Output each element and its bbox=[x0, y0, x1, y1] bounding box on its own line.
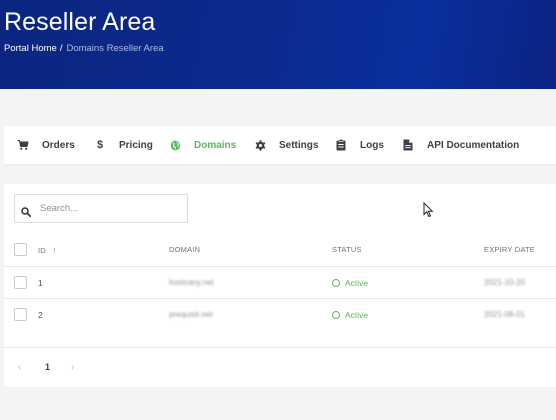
row-id: 2 bbox=[38, 310, 43, 320]
status-badge: Active bbox=[332, 310, 368, 320]
tab-pricing-label: Pricing bbox=[119, 139, 153, 151]
row-domain[interactable]: hostcany.net bbox=[169, 278, 214, 287]
tab-domains-label: Domains bbox=[194, 139, 237, 151]
tab-orders-label: Orders bbox=[42, 139, 75, 151]
column-header-status[interactable]: STATUS bbox=[332, 245, 362, 254]
tab-api-documentation-label: API Documentation bbox=[427, 139, 520, 151]
search-icon bbox=[21, 204, 32, 218]
tab-settings[interactable]: Settings bbox=[254, 126, 318, 164]
globe-icon bbox=[169, 139, 181, 151]
row-id: 1 bbox=[38, 278, 43, 288]
table-footer-divider bbox=[4, 347, 556, 348]
pagination-next-icon[interactable]: › bbox=[71, 362, 74, 373]
row-divider bbox=[4, 298, 556, 299]
status-active-icon bbox=[332, 311, 340, 319]
breadcrumb: Portal Home / Domains Reseller Area bbox=[4, 43, 164, 54]
tab-logs-label: Logs bbox=[360, 139, 384, 151]
search-input[interactable] bbox=[40, 200, 180, 217]
breadcrumb-separator: / bbox=[59, 43, 63, 54]
search-box bbox=[14, 194, 188, 223]
pagination-page-1[interactable]: 1 bbox=[45, 362, 50, 372]
breadcrumb-current: Domains Reseller Area bbox=[66, 43, 164, 54]
column-header-id-label: ID bbox=[38, 246, 46, 255]
table-header-divider bbox=[4, 266, 556, 267]
tab-api-documentation[interactable]: API Documentation bbox=[402, 126, 519, 164]
breadcrumb-home-link[interactable]: Portal Home bbox=[4, 43, 57, 54]
row-checkbox[interactable] bbox=[14, 276, 27, 289]
tab-pricing[interactable]: $ Pricing bbox=[94, 126, 153, 164]
dollar-icon: $ bbox=[96, 139, 104, 151]
column-header-id[interactable]: ID ↑ bbox=[38, 245, 57, 255]
column-header-expiry-date[interactable]: EXPIRY DATE bbox=[484, 245, 535, 254]
tab-settings-label: Settings bbox=[279, 139, 319, 151]
mouse-cursor-icon bbox=[423, 201, 435, 218]
row-expiry-date: 2021-10-20 bbox=[484, 278, 525, 287]
row-checkbox[interactable] bbox=[14, 308, 27, 321]
row-expiry-date: 2021-08-01 bbox=[484, 310, 525, 319]
cart-icon bbox=[17, 139, 29, 151]
column-header-domain[interactable]: DOMAIN bbox=[169, 245, 200, 254]
file-icon bbox=[402, 139, 414, 151]
status-badge: Active bbox=[332, 278, 368, 288]
row-domain[interactable]: prequisit.net bbox=[169, 310, 213, 319]
tab-orders[interactable]: Orders bbox=[17, 126, 75, 164]
page-title: Reseller Area bbox=[4, 8, 156, 36]
status-label: Active bbox=[345, 310, 369, 320]
sort-ascending-icon: ↑ bbox=[52, 245, 57, 255]
reseller-tabs: Orders $ Pricing Domains Settings Logs A… bbox=[4, 126, 556, 164]
status-label: Active bbox=[345, 278, 369, 288]
domains-panel: ID ↑ DOMAIN STATUS EXPIRY DATE 1 hostcan… bbox=[4, 184, 556, 387]
gear-icon bbox=[254, 139, 266, 151]
status-active-icon bbox=[332, 279, 340, 287]
page-header: Reseller Area Portal Home / Domains Resell… bbox=[0, 0, 556, 89]
clipboard-icon bbox=[335, 139, 347, 151]
tab-logs[interactable]: Logs bbox=[335, 126, 384, 164]
pagination-prev-icon[interactable]: ‹ bbox=[18, 362, 21, 373]
tab-domains[interactable]: Domains bbox=[169, 126, 236, 164]
select-all-checkbox[interactable] bbox=[14, 243, 27, 256]
